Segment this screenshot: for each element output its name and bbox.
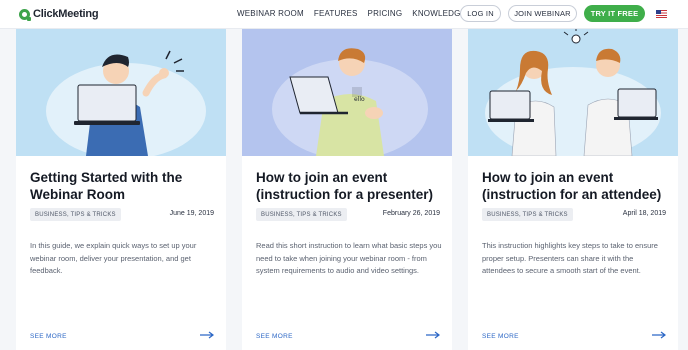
clickmeeting-logo[interactable]: ClickMeeting [19, 8, 99, 21]
article-card[interactable]: How to join an event (instruction for an… [468, 29, 678, 350]
card-illustration [468, 29, 678, 156]
see-more-link[interactable]: SEE MORE [30, 333, 67, 340]
category-tag[interactable]: BUSINESS, TIPS & TRICKS [30, 208, 121, 221]
arrow-right-icon[interactable] [652, 331, 666, 339]
login-button[interactable]: LOG IN [460, 5, 501, 22]
nav-pricing[interactable]: PRICING [368, 9, 403, 18]
category-tag[interactable]: BUSINESS, TIPS & TRICKS [256, 208, 347, 221]
see-more-link[interactable]: SEE MORE [482, 333, 519, 340]
logo-text: ClickMeeting [33, 8, 99, 20]
card-description: This instruction highlights key steps to… [482, 241, 658, 275]
nav-webinar-room[interactable]: WEBINAR ROOM [237, 9, 304, 18]
top-navbar: ClickMeeting WEBINAR ROOM FEATURES PRICI… [0, 0, 688, 29]
arrow-right-icon[interactable] [426, 331, 440, 339]
svg-text:ello: ello [354, 96, 365, 103]
nav-features[interactable]: FEATURES [314, 9, 358, 18]
publish-date: April 18, 2019 [622, 210, 666, 217]
card-description: Read this short instruction to learn wha… [256, 241, 442, 275]
article-card[interactable]: Getting Started with the Webinar Room BU… [16, 29, 226, 350]
card-title[interactable]: Getting Started with the Webinar Room [30, 169, 220, 203]
us-flag-icon[interactable] [656, 10, 667, 18]
card-title[interactable]: How to join an event (instruction for an… [482, 169, 672, 203]
arrow-right-icon[interactable] [200, 331, 214, 339]
publish-date: February 26, 2019 [382, 210, 440, 217]
article-card[interactable]: ello How to join an event (instruction f… [242, 29, 452, 350]
join-webinar-button[interactable]: JOIN WEBINAR [508, 5, 577, 22]
publish-date: June 19, 2019 [169, 210, 214, 217]
card-illustration: ello [242, 29, 452, 156]
logo-icon [19, 8, 31, 21]
card-title[interactable]: How to join an event (instruction for a … [256, 169, 446, 203]
category-tag[interactable]: BUSINESS, TIPS & TRICKS [482, 208, 573, 221]
card-description: In this guide, we explain quick ways to … [30, 241, 197, 275]
card-illustration [16, 29, 226, 156]
try-it-free-button[interactable]: TRY IT FREE [584, 5, 645, 22]
see-more-link[interactable]: SEE MORE [256, 333, 293, 340]
